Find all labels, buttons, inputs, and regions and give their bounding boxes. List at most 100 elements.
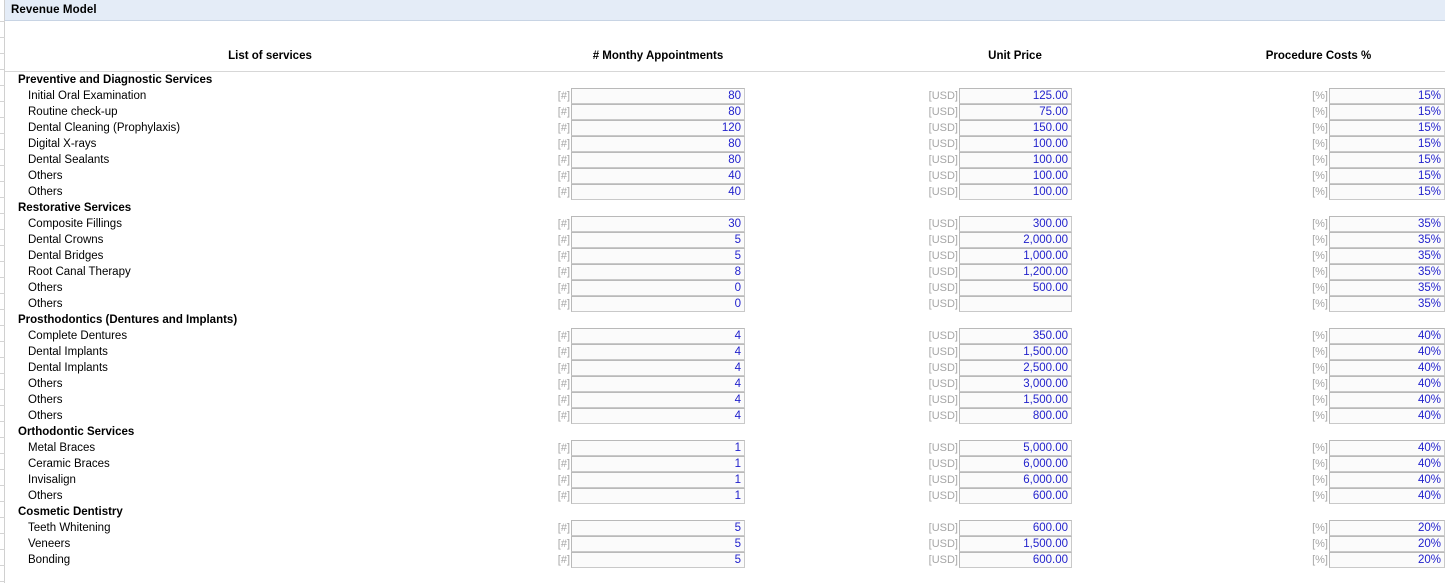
cost-pct-input[interactable]: 35% <box>1329 296 1445 312</box>
cost-pct-input[interactable]: 15% <box>1329 104 1445 120</box>
unit-price-input[interactable] <box>959 296 1072 312</box>
cost-pct-input[interactable]: 15% <box>1329 168 1445 184</box>
service-name-label: Others <box>5 488 63 504</box>
appointments-unit-label: [#] <box>553 520 571 536</box>
cost-pct-cellgroup: [%]40% <box>1304 408 1445 424</box>
appointments-cellgroup: [#]40 <box>553 184 745 200</box>
cost-pct-input[interactable]: 40% <box>1329 328 1445 344</box>
table-row: Dental Sealants[#]80[USD]100.00[%]15% <box>5 152 1445 168</box>
unit-price-input[interactable]: 100.00 <box>959 152 1072 168</box>
cost-pct-input[interactable]: 35% <box>1329 248 1445 264</box>
appointments-input[interactable]: 4 <box>571 328 745 344</box>
unit-price-cellgroup: [USD]1,500.00 <box>923 344 1072 360</box>
cost-pct-input[interactable]: 15% <box>1329 184 1445 200</box>
cost-pct-input[interactable]: 40% <box>1329 392 1445 408</box>
unit-price-input[interactable]: 1,500.00 <box>959 344 1072 360</box>
appointments-input[interactable]: 80 <box>571 152 745 168</box>
unit-price-input[interactable]: 1,500.00 <box>959 536 1072 552</box>
cost-pct-input[interactable]: 40% <box>1329 472 1445 488</box>
unit-price-input[interactable]: 100.00 <box>959 168 1072 184</box>
appointments-cellgroup: [#]1 <box>553 440 745 456</box>
unit-price-input[interactable]: 125.00 <box>959 88 1072 104</box>
appointments-input[interactable]: 40 <box>571 168 745 184</box>
cost-pct-input[interactable]: 40% <box>1329 360 1445 376</box>
cost-pct-cellgroup: [%]35% <box>1304 216 1445 232</box>
appointments-input[interactable]: 1 <box>571 472 745 488</box>
appointments-input[interactable]: 5 <box>571 232 745 248</box>
unit-price-input[interactable]: 6,000.00 <box>959 472 1072 488</box>
unit-price-input[interactable]: 1,000.00 <box>959 248 1072 264</box>
unit-price-input[interactable]: 100.00 <box>959 184 1072 200</box>
cost-pct-input[interactable]: 20% <box>1329 520 1445 536</box>
unit-price-input[interactable]: 500.00 <box>959 280 1072 296</box>
unit-price-input[interactable]: 600.00 <box>959 488 1072 504</box>
cost-pct-cellgroup: [%]15% <box>1304 88 1445 104</box>
cost-pct-input[interactable]: 35% <box>1329 232 1445 248</box>
appointments-input[interactable]: 5 <box>571 520 745 536</box>
unit-price-input[interactable]: 6,000.00 <box>959 456 1072 472</box>
appointments-input[interactable]: 1 <box>571 456 745 472</box>
cost-pct-input[interactable]: 20% <box>1329 536 1445 552</box>
appointments-input[interactable]: 4 <box>571 360 745 376</box>
cost-pct-input[interactable]: 15% <box>1329 136 1445 152</box>
unit-price-input[interactable]: 1,200.00 <box>959 264 1072 280</box>
appointments-input[interactable]: 80 <box>571 136 745 152</box>
cost-pct-input[interactable]: 35% <box>1329 264 1445 280</box>
cost-pct-input[interactable]: 40% <box>1329 456 1445 472</box>
unit-price-input[interactable]: 75.00 <box>959 104 1072 120</box>
unit-price-input[interactable]: 1,500.00 <box>959 392 1072 408</box>
cost-pct-unit-label: [%] <box>1304 456 1329 472</box>
cost-pct-input[interactable]: 40% <box>1329 344 1445 360</box>
unit-price-unit-label: [USD] <box>923 216 959 232</box>
appointments-input[interactable]: 80 <box>571 104 745 120</box>
table-row: Initial Oral Examination[#]80[USD]125.00… <box>5 88 1445 104</box>
column-header-procedure-costs: Procedure Costs % <box>1195 50 1445 62</box>
appointments-input[interactable]: 5 <box>571 552 745 568</box>
appointments-input[interactable]: 1 <box>571 488 745 504</box>
appointments-input[interactable]: 5 <box>571 248 745 264</box>
unit-price-input[interactable]: 2,500.00 <box>959 360 1072 376</box>
appointments-input[interactable]: 80 <box>571 88 745 104</box>
cost-pct-input[interactable]: 20% <box>1329 552 1445 568</box>
cost-pct-input[interactable]: 40% <box>1329 440 1445 456</box>
appointments-input[interactable]: 5 <box>571 536 745 552</box>
appointments-cellgroup: [#]0 <box>553 296 745 312</box>
unit-price-input[interactable]: 350.00 <box>959 328 1072 344</box>
appointments-input[interactable]: 40 <box>571 184 745 200</box>
unit-price-input[interactable]: 5,000.00 <box>959 440 1072 456</box>
appointments-input[interactable]: 8 <box>571 264 745 280</box>
cost-pct-input[interactable]: 35% <box>1329 280 1445 296</box>
appointments-input[interactable]: 0 <box>571 280 745 296</box>
appointments-input[interactable]: 120 <box>571 120 745 136</box>
unit-price-input[interactable]: 600.00 <box>959 520 1072 536</box>
appointments-unit-label: [#] <box>553 440 571 456</box>
cost-pct-input[interactable]: 35% <box>1329 216 1445 232</box>
cost-pct-input[interactable]: 40% <box>1329 408 1445 424</box>
unit-price-input[interactable]: 3,000.00 <box>959 376 1072 392</box>
unit-price-input[interactable]: 300.00 <box>959 216 1072 232</box>
appointments-input[interactable]: 30 <box>571 216 745 232</box>
cost-pct-input[interactable]: 15% <box>1329 152 1445 168</box>
cost-pct-input[interactable]: 15% <box>1329 88 1445 104</box>
cost-pct-input[interactable]: 15% <box>1329 120 1445 136</box>
appointments-input[interactable]: 0 <box>571 296 745 312</box>
appointments-input[interactable]: 4 <box>571 344 745 360</box>
table-row: Metal Braces[#]1[USD]5,000.00[%]40% <box>5 440 1445 456</box>
unit-price-input[interactable]: 800.00 <box>959 408 1072 424</box>
column-header-unit-price: Unit Price <box>890 50 1140 62</box>
appointments-input[interactable]: 4 <box>571 408 745 424</box>
unit-price-input[interactable]: 150.00 <box>959 120 1072 136</box>
unit-price-input[interactable]: 600.00 <box>959 552 1072 568</box>
appointments-input[interactable]: 1 <box>571 440 745 456</box>
cost-pct-input[interactable]: 40% <box>1329 488 1445 504</box>
unit-price-input[interactable]: 100.00 <box>959 136 1072 152</box>
cost-pct-unit-label: [%] <box>1304 392 1329 408</box>
cost-pct-input[interactable]: 40% <box>1329 376 1445 392</box>
appointments-input[interactable]: 4 <box>571 392 745 408</box>
unit-price-input[interactable]: 2,000.00 <box>959 232 1072 248</box>
cost-pct-cellgroup: [%]35% <box>1304 264 1445 280</box>
cost-pct-unit-label: [%] <box>1304 232 1329 248</box>
cost-pct-unit-label: [%] <box>1304 136 1329 152</box>
appointments-input[interactable]: 4 <box>571 376 745 392</box>
appointments-unit-label: [#] <box>553 136 571 152</box>
